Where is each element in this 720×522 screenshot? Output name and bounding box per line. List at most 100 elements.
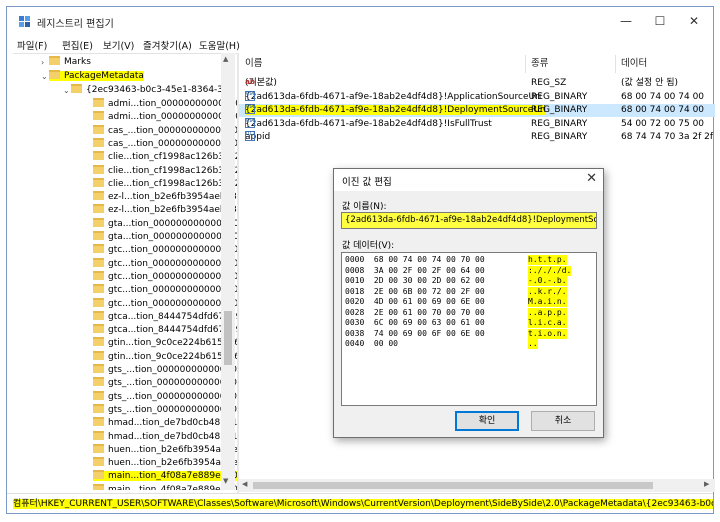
tree-item-label: cas_...tion_0000000000000000: [108, 125, 237, 136]
tree-item-label: gtin...tion_9c0ce224b615d96: [108, 338, 237, 349]
column-header-name[interactable]: 이름: [245, 53, 262, 75]
tree-item[interactable]: gtc...tion_0000000000000000: [93, 284, 237, 297]
folder-icon: [93, 217, 104, 227]
hex-ascii: t.i.o.n.: [528, 328, 567, 339]
tree-item[interactable]: huen...tion_b2e6fb3954aebe3: [93, 457, 237, 470]
list-horizontal-scrollbar[interactable]: ◀ ▶: [239, 479, 715, 492]
folder-icon: [93, 390, 104, 400]
tree-item[interactable]: ez-l...tion_b2e6fb3954aebe3f: [93, 204, 237, 217]
binary-value-icon: 011: [245, 131, 256, 141]
scrollbar-thumb[interactable]: [224, 311, 232, 365]
tree-item[interactable]: ez-l...tion_b2e6fb3954aebe3f: [93, 191, 237, 204]
value-row[interactable]: 011 {2ad613da-6fdb-4671-af9e-18ab2e4df4d8…: [239, 104, 715, 117]
tree-item-label: hmad...tion_de7bd0cb481d19: [108, 431, 237, 442]
tree-item[interactable]: gtc...tion_0000000000000000: [93, 270, 237, 284]
menu-edit[interactable]: 편집(E): [62, 38, 93, 52]
tree-item[interactable]: gtca...tion_8444754dfd67289: [93, 310, 237, 324]
tree-item-marks[interactable]: › Marks: [41, 56, 91, 69]
tree-item-label: ez-l...tion_b2e6fb3954aebe3f: [108, 192, 237, 203]
registry-tree: › Marks ⌄ PackageMetadata ⌄ {2ec93463-b0…: [13, 53, 237, 490]
tree-item[interactable]: gts_...tion_0000000000000000: [93, 390, 237, 404]
menu-help[interactable]: 도움말(H): [199, 38, 240, 52]
binary-value-icon: 011: [245, 117, 256, 128]
tree-item-label: main...tion_4f08a7e889e9807: [108, 484, 237, 490]
scroll-down-arrow-icon[interactable]: ▼: [223, 477, 228, 485]
hex-row: 0000 68 00 74 00 74 00 70 00: [345, 255, 485, 265]
hex-ascii: ..: [528, 339, 538, 349]
tree-item[interactable]: cas_...tion_0000000000000000: [93, 137, 237, 151]
column-header-type[interactable]: 종류: [531, 53, 548, 75]
value-name-text: {2ad613da-6fdb-4671-af9e-18ab2e4df4d8}!D…: [245, 105, 547, 115]
tree-item-package-metadata[interactable]: ⌄ PackageMetadata: [41, 70, 144, 83]
chevron-down-icon[interactable]: ⌄: [41, 70, 48, 83]
column-divider[interactable]: [615, 55, 616, 73]
scroll-left-arrow-icon[interactable]: ◀: [242, 480, 247, 488]
tree-item[interactable]: gtca...tion_8444754dfd67289: [93, 324, 237, 337]
tree-item[interactable]: gts_...tion_0000000000000000: [93, 364, 237, 377]
menu-favorites[interactable]: 즐겨찾기(A): [143, 38, 192, 52]
tree-item[interactable]: admi...tion_0000000000000000: [93, 98, 237, 111]
value-row[interactable]: 011 {2ad613da-6fdb-4671-af9e-18ab2e4df4d8…: [239, 117, 715, 131]
window-title: 레지스트리 편집기: [37, 19, 114, 30]
hex-row: 0038 74 00 69 00 6F 00 6E 00: [345, 329, 485, 339]
maximize-button[interactable]: ☐: [643, 11, 677, 31]
ok-button[interactable]: 확인: [455, 411, 519, 431]
tree-item-label: gtc...tion_0000000000000000: [108, 271, 237, 282]
value-name-text: {2ad613da-6fdb-4671-af9e-18ab2e4df4d8}!A…: [245, 91, 542, 102]
tree-item[interactable]: admi...tion_0000000000000000: [93, 111, 237, 124]
tree-item[interactable]: cas_...tion_0000000000000000: [93, 124, 237, 138]
tree-item[interactable]: gts_...tion_0000000000000000: [93, 377, 237, 390]
close-button[interactable]: ✕: [677, 11, 711, 31]
tree-item-label: gtca...tion_8444754dfd67289: [108, 325, 237, 336]
tree-item-package-key[interactable]: ⌄ {2ec93463-b0c3-45e1-8364-32: [63, 84, 229, 97]
scrollbar-thumb[interactable]: [253, 482, 653, 489]
hex-editor[interactable]: 0000 68 00 74 00 74 00 70 00 h.t.t.p. 0008…: [341, 252, 597, 406]
chevron-right-icon[interactable]: ›: [41, 56, 44, 69]
value-row[interactable]: 011 {2ad613da-6fdb-4671-af9e-18ab2e4df4d8…: [239, 90, 715, 104]
tree-item-label: cas_...tion_0000000000000000: [108, 138, 237, 149]
folder-icon: [93, 177, 104, 187]
hex-row: 0028 2E 00 61 00 70 00 70 00: [345, 308, 485, 318]
tree-item[interactable]: gtin...tion_9c0ce224b615d96: [93, 350, 237, 364]
value-row[interactable]: ab (기본값) REG_SZ (값 설정 안 됨): [239, 77, 715, 90]
minimize-button[interactable]: —: [609, 11, 643, 31]
folder-icon: [93, 417, 104, 427]
menu-file[interactable]: 파일(F): [17, 38, 47, 52]
tree-item[interactable]: hmad...tion_de7bd0cb481d19: [93, 430, 237, 444]
tree-item-label: gtca...tion_8444754dfd67289: [108, 311, 237, 322]
column-header-data[interactable]: 데이터: [621, 53, 647, 75]
tree-item[interactable]: clie...tion_cf1998ac126b39c2: [93, 164, 237, 178]
tree-item[interactable]: clie...tion_cf1998ac126b39c2: [93, 151, 237, 164]
menu-view[interactable]: 보기(V): [103, 38, 134, 52]
value-data-cell: 68 00 74 00 74 00: [621, 105, 705, 115]
tree-item-label: clie...tion_cf1998ac126b39c2: [108, 178, 237, 189]
tree-item[interactable]: gta...tion_0000000000000000: [93, 231, 237, 244]
tree-item[interactable]: main...tion_4f08a7e889e9807: [93, 483, 237, 490]
tree-item[interactable]: main...tion_4f08a7e889e9807: [93, 470, 237, 483]
tree-item[interactable]: gta...tion_0000000000000000: [93, 217, 237, 231]
tree-item[interactable]: hmad...tion_de7bd0cb481d19: [93, 417, 237, 430]
scroll-up-arrow-icon[interactable]: ▲: [223, 55, 228, 63]
value-type-cell: REG_BINARY: [531, 105, 588, 115]
tree-vertical-scrollbar[interactable]: ▲ ▼: [221, 53, 235, 490]
value-name-field[interactable]: {2ad613da-6fdb-4671-af9e-18ab2e4df4d8}!D…: [341, 212, 597, 229]
column-divider[interactable]: [525, 55, 526, 73]
folder-icon: [93, 350, 104, 360]
folder-icon: [93, 191, 104, 201]
dialog-title-bar: 이진 값 편집 ✕: [334, 169, 603, 191]
dialog-close-button[interactable]: ✕: [586, 171, 597, 186]
tree-item[interactable]: gts_...tion_0000000000000000: [93, 403, 237, 417]
tree-item-label: gts_...tion_0000000000000000: [108, 391, 237, 402]
cancel-button[interactable]: 취소: [531, 411, 595, 431]
tree-item[interactable]: gtc...tion_0000000000000000: [93, 297, 237, 311]
tree-item[interactable]: huen...tion_b2e6fb3954aebe3: [93, 443, 237, 457]
tree-item[interactable]: gtin...tion_9c0ce224b615d96: [93, 337, 237, 350]
value-row[interactable]: 011 appid REG_BINARY 68 74 74 70 3a 2f 2f: [239, 131, 715, 144]
tree-item[interactable]: gtc...tion_0000000000000000: [93, 244, 237, 257]
tree-item[interactable]: gtc...tion_0000000000000000: [93, 257, 237, 271]
tree-item[interactable]: clie...tion_cf1998ac126b39c2: [93, 177, 237, 191]
hex-row: 0008 3A 00 2F 00 2F 00 64 00: [345, 266, 485, 276]
hex-row: 0020 4D 00 61 00 69 00 6E 00: [345, 297, 485, 307]
scroll-right-arrow-icon[interactable]: ▶: [704, 480, 709, 488]
chevron-down-icon[interactable]: ⌄: [63, 84, 70, 97]
